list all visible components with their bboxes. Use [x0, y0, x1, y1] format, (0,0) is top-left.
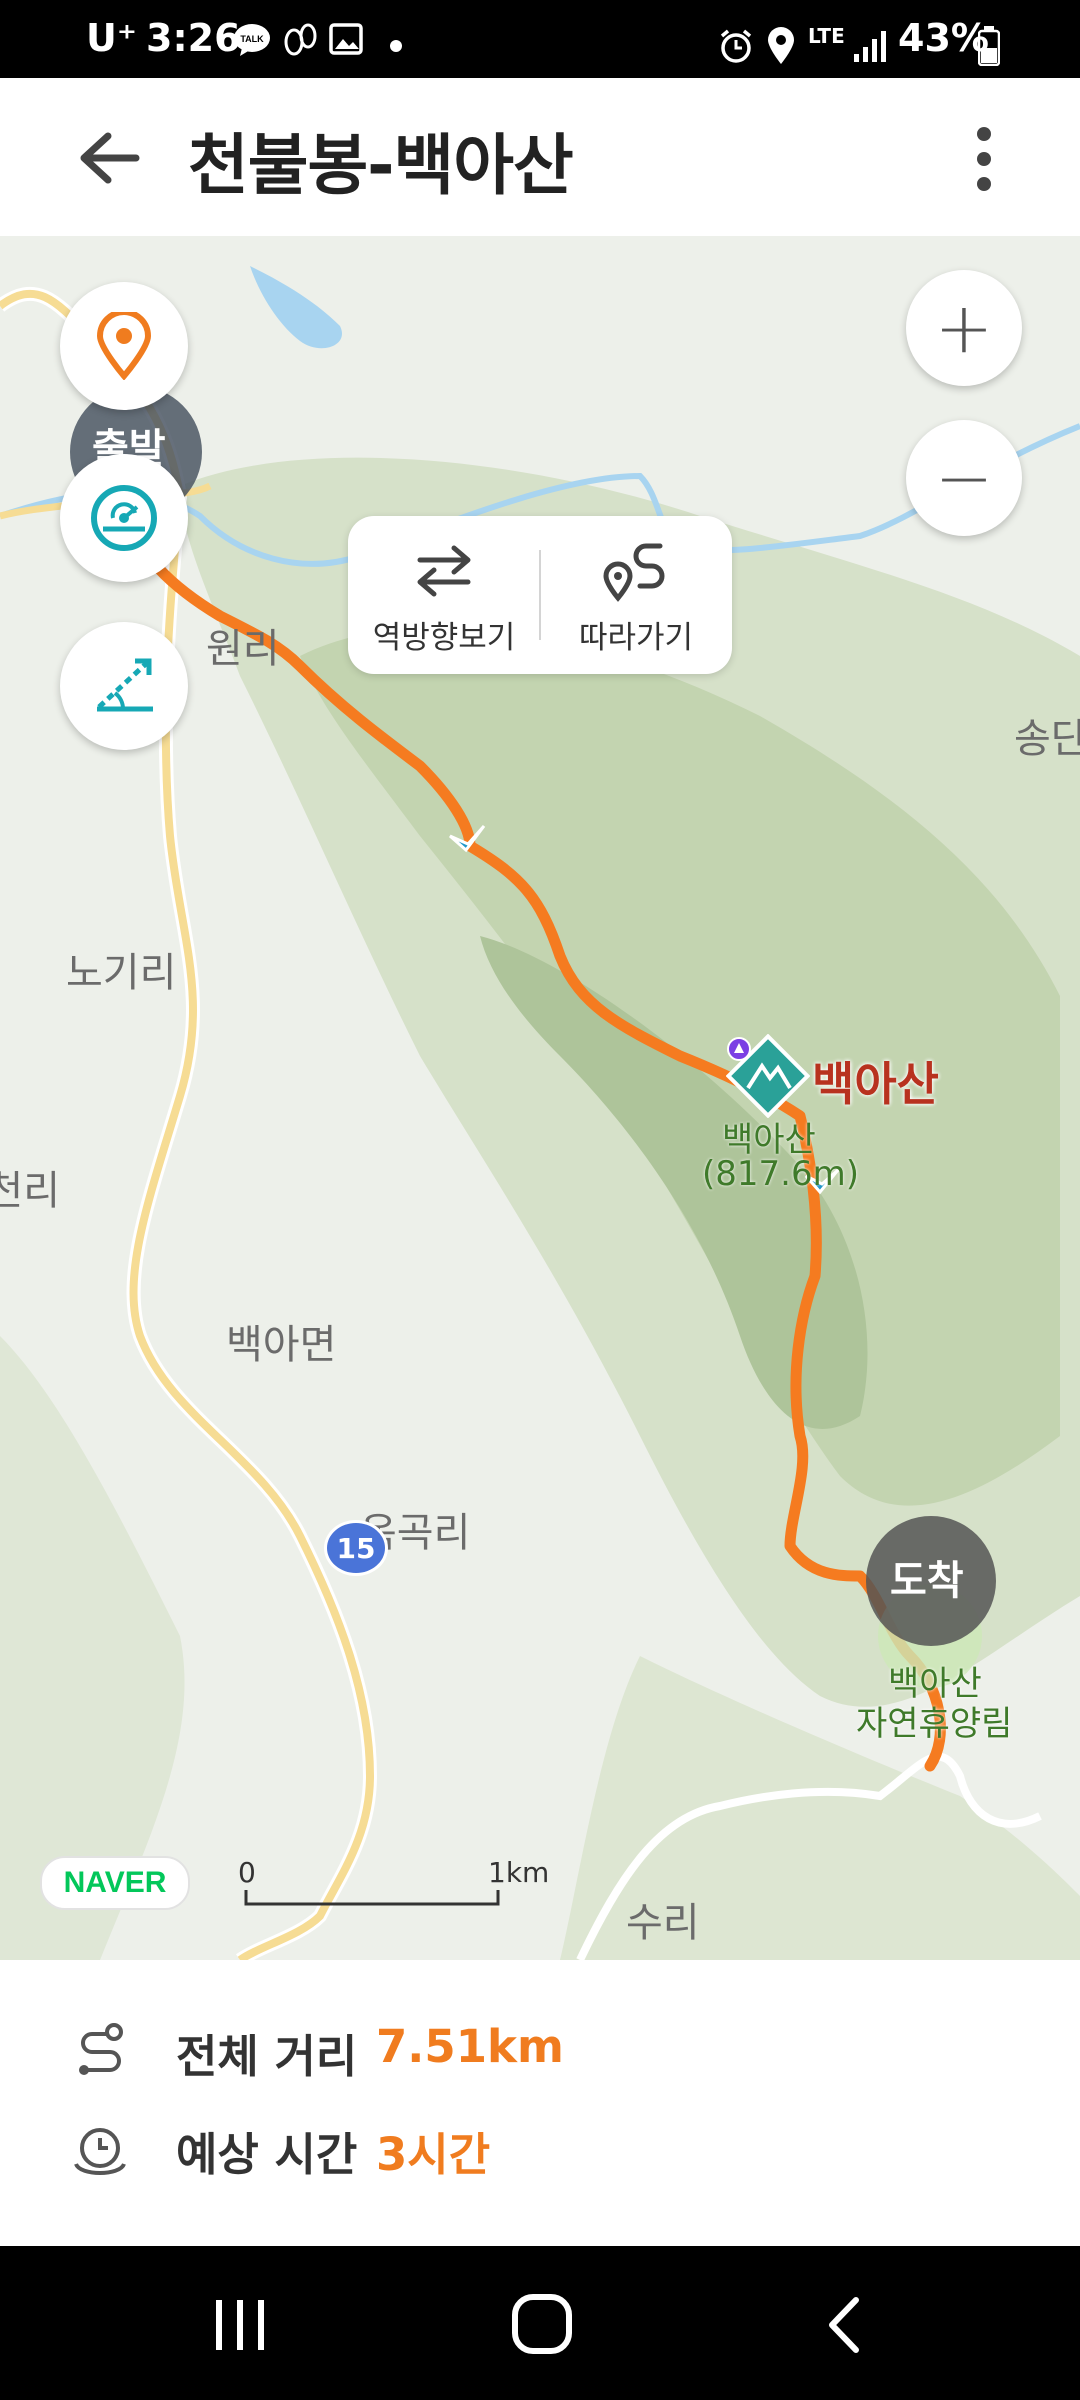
minus-icon: −	[934, 437, 994, 519]
carrier-label: U⁺	[86, 16, 137, 60]
route-distance-icon	[79, 2023, 123, 2075]
reverse-direction-label: 역방향보기	[372, 620, 516, 656]
battery-icon	[978, 26, 1000, 66]
signal-icon	[854, 31, 886, 62]
speedometer-icon	[91, 485, 157, 551]
zoom-in-button[interactable]: +	[906, 270, 1022, 386]
peak-elevation-label: (817.6m)	[702, 1154, 859, 1194]
network-type: LTE	[808, 24, 845, 48]
place-label-nogiri: 노기리	[66, 950, 177, 996]
place-label-baekamyeon: 백아면	[226, 1322, 337, 1368]
follow-route-label: 따라가기	[578, 620, 694, 656]
place-label-cheonri: 천리	[0, 1168, 60, 1214]
footprint-icon	[284, 23, 317, 56]
place-label-suri: 수리	[626, 1900, 700, 1946]
road-number-badge: 15	[324, 1520, 388, 1576]
forest-name-label-2: 자연휴양림	[856, 1704, 1013, 1744]
location-button[interactable]	[60, 282, 188, 410]
clock: 3:26	[146, 16, 241, 60]
place-label-songdan: 송단	[1014, 716, 1080, 762]
location-pin-icon	[96, 312, 152, 380]
zoom-out-button[interactable]: −	[906, 420, 1022, 536]
svg-text:TALK: TALK	[240, 34, 264, 44]
back-icon[interactable]	[822, 2294, 866, 2356]
distance-label: 전체 거리	[176, 2030, 358, 2083]
peak-name-label: 백아산	[812, 1057, 939, 1111]
scale-bar	[244, 1890, 500, 1906]
image-icon	[329, 23, 363, 55]
route-summary-panel: 전체 거리 7.51km 예상 시간 3시간	[0, 1960, 1080, 2246]
route-controls: 역방향보기 따라가기	[348, 516, 732, 674]
more-vertical-icon[interactable]	[972, 124, 996, 194]
waypoint-icon	[727, 1037, 751, 1061]
map-view[interactable]: 원리 노기리 천리 백아면 옥곡리 수리 송단 15 출발 백아산 백아산 (8…	[0, 236, 1080, 1960]
battery-percent: 43%	[898, 16, 989, 60]
scale-end-label: 1km	[488, 1856, 550, 1889]
naver-logo: NAVER	[40, 1856, 190, 1910]
speed-button[interactable]	[60, 454, 188, 582]
end-label: 도착	[890, 1558, 964, 1604]
distance-value: 7.51km	[376, 2020, 564, 2073]
location-icon	[768, 27, 794, 64]
follow-route-button[interactable]: 따라가기	[540, 516, 732, 674]
page-title: 천불봉-백아산	[188, 127, 574, 204]
back-arrow-icon[interactable]	[76, 130, 142, 186]
app-header: 천불봉-백아산	[0, 78, 1080, 236]
recent-apps-icon[interactable]	[210, 2296, 270, 2352]
time-label: 예상 시간	[176, 2128, 358, 2181]
place-label-wonri: 원리	[206, 626, 280, 672]
reverse-direction-button[interactable]: 역방향보기	[348, 516, 540, 674]
slope-button[interactable]	[60, 622, 188, 750]
alarm-icon	[720, 29, 752, 63]
home-icon[interactable]	[510, 2292, 574, 2356]
scale-start-label: 0	[238, 1856, 256, 1889]
talk-icon: TALK	[234, 24, 270, 56]
follow-route-icon	[603, 543, 665, 602]
dot-icon	[390, 40, 402, 52]
system-nav-bar	[0, 2246, 1080, 2400]
slope-icon	[97, 658, 153, 712]
swap-arrows-icon	[417, 545, 471, 597]
status-bar: U⁺ 3:26 TALK LTE 43%	[0, 0, 1080, 78]
plus-icon: +	[934, 287, 994, 369]
estimated-time-icon	[74, 2128, 126, 2175]
time-value: 3시간	[376, 2128, 491, 2181]
